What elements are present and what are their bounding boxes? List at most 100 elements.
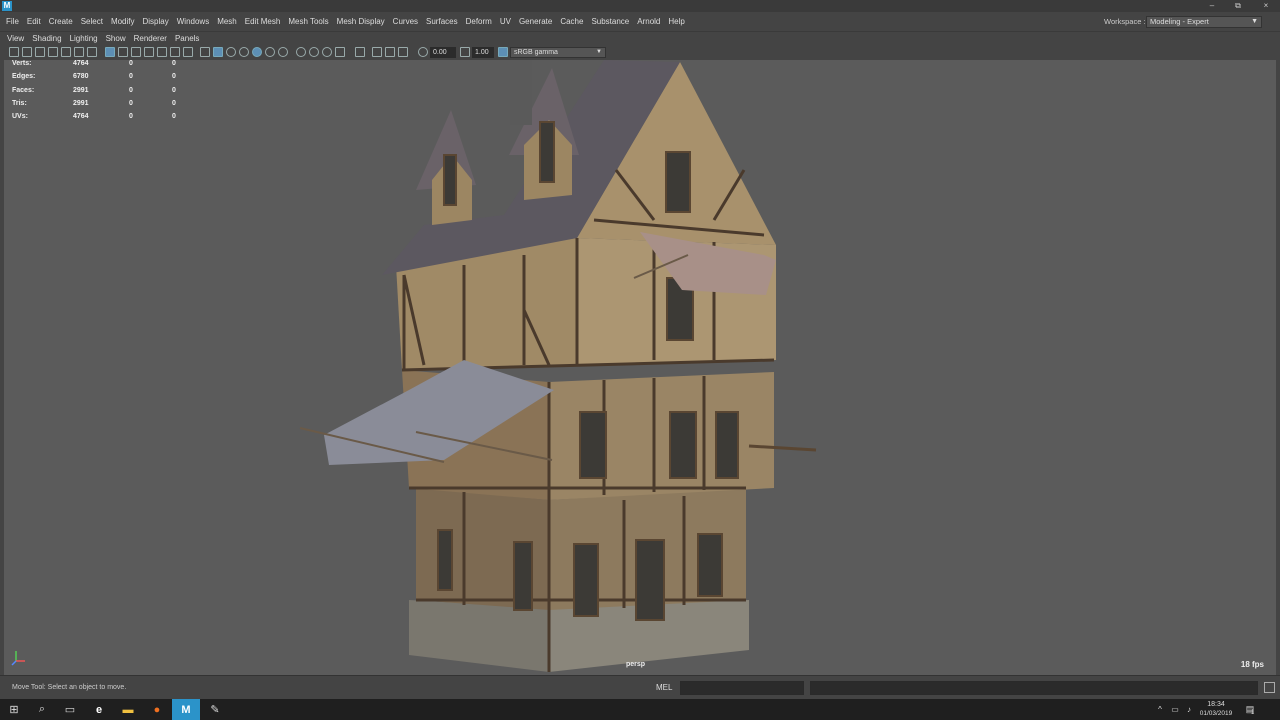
isolate-select-icon[interactable] — [309, 47, 319, 57]
menu-arnold[interactable]: Arnold — [633, 12, 664, 31]
menu-edit[interactable]: Edit — [23, 12, 45, 31]
panel-menu-shading[interactable]: Shading — [28, 32, 65, 46]
bookmarks-icon[interactable] — [35, 47, 45, 57]
clock-date[interactable]: 01/03/2019 — [1196, 710, 1236, 717]
xray-active-components-icon[interactable] — [355, 47, 365, 57]
ambient-occlusion-icon[interactable] — [252, 47, 262, 57]
grease-pencil-icon[interactable] — [74, 47, 84, 57]
maya-taskbar-icon[interactable]: M — [172, 699, 200, 720]
hud-icon[interactable] — [385, 47, 395, 57]
exposure-field[interactable]: 0.00 — [430, 47, 456, 58]
view-transform-dropdown[interactable]: sRGB gamma ▼ — [510, 47, 606, 58]
perspective-viewport[interactable]: Verts: 4764 0 0 Edges: 6780 0 0 Faces: 2… — [4, 60, 1276, 675]
resolution-gate-icon[interactable] — [118, 47, 128, 57]
wireframe-icon[interactable] — [183, 47, 193, 57]
menu-create[interactable]: Create — [45, 12, 77, 31]
help-line-text: Move Tool: Select an object to move. — [12, 684, 127, 691]
hud-value-selected: 0 — [129, 60, 133, 67]
menu-display[interactable]: Display — [139, 12, 173, 31]
lights-icon[interactable] — [226, 47, 236, 57]
panel-menu-renderer[interactable]: Renderer — [130, 32, 171, 46]
field-chart-icon[interactable] — [144, 47, 154, 57]
menu-edit-mesh[interactable]: Edit Mesh — [241, 12, 285, 31]
hud-value-object: 4764 — [73, 60, 89, 67]
menu-file[interactable]: File — [0, 12, 23, 31]
menu-windows[interactable]: Windows — [173, 12, 213, 31]
chevron-up-icon[interactable]: ^ — [1152, 699, 1168, 720]
shadows-icon[interactable] — [239, 47, 249, 57]
menu-mesh-display[interactable]: Mesh Display — [333, 12, 389, 31]
motion-blur-icon[interactable] — [265, 47, 275, 57]
textured-icon[interactable] — [213, 47, 223, 57]
edge-browser-icon[interactable]: e — [85, 699, 113, 720]
depth-of-field-icon[interactable] — [296, 47, 306, 57]
film-gate-icon[interactable] — [105, 47, 115, 57]
minimize-button[interactable]: – — [1202, 0, 1222, 12]
image-plane-icon[interactable] — [48, 47, 58, 57]
menu-mesh[interactable]: Mesh — [213, 12, 241, 31]
task-view-icon[interactable]: ▭ — [56, 699, 84, 720]
safe-action-icon[interactable] — [157, 47, 167, 57]
workspace-label: Workspace : — [1104, 17, 1146, 26]
mel-language-toggle[interactable]: MEL — [656, 676, 672, 700]
smooth-shade-icon[interactable] — [200, 47, 210, 57]
hud-value-component: 0 — [172, 60, 176, 67]
file-explorer-icon[interactable]: ▬ — [114, 699, 142, 720]
panel-menu-show[interactable]: Show — [102, 32, 130, 46]
menu-deform[interactable]: Deform — [462, 12, 496, 31]
color-management-icon[interactable] — [498, 47, 508, 57]
command-result-field — [810, 681, 1258, 695]
script-editor-icon[interactable] — [1264, 682, 1275, 693]
panel-menu-lighting[interactable]: Lighting — [66, 32, 102, 46]
hud-value-component: 0 — [172, 86, 176, 94]
menu-help[interactable]: Help — [664, 12, 688, 31]
notification-count-badge: 1 — [1251, 710, 1255, 716]
hud-value-component: 0 — [172, 73, 176, 81]
safe-title-icon[interactable] — [170, 47, 180, 57]
anti-aliasing-icon[interactable] — [278, 47, 288, 57]
workspace-dropdown[interactable]: Modeling - Expert ▼ — [1146, 16, 1262, 28]
menu-mesh-tools[interactable]: Mesh Tools — [284, 12, 332, 31]
gamma-icon[interactable] — [460, 47, 470, 57]
use-default-material-icon[interactable] — [372, 47, 382, 57]
menu-modify[interactable]: Modify — [107, 12, 139, 31]
clock-time[interactable]: 18:34 — [1196, 701, 1236, 708]
close-button[interactable]: × — [1256, 0, 1276, 12]
hud-value-object: 2991 — [73, 99, 89, 107]
select-camera-icon[interactable] — [9, 47, 19, 57]
menu-select[interactable]: Select — [77, 12, 107, 31]
notification-center-icon[interactable]: ▤ — [1240, 699, 1260, 720]
command-line-input[interactable] — [680, 681, 804, 695]
windows-start-icon[interactable]: ⊞ — [0, 699, 28, 720]
two-d-pan-zoom-icon[interactable] — [61, 47, 71, 57]
volume-icon[interactable]: ♪ — [1182, 699, 1196, 720]
search-icon[interactable]: ⌕ — [28, 699, 56, 720]
network-icon[interactable]: ▭ — [1168, 699, 1182, 720]
xray-icon[interactable] — [322, 47, 332, 57]
gamma-field[interactable]: 1.00 — [472, 47, 494, 58]
gate-mask-icon[interactable] — [131, 47, 141, 57]
viewport-toolbar: 0.00 1.00 sRGB gamma ▼ — [0, 45, 1280, 60]
xray-joints-icon[interactable] — [335, 47, 345, 57]
menu-cache[interactable]: Cache — [556, 12, 587, 31]
firefox-icon[interactable]: ● — [143, 699, 171, 720]
menu-generate[interactable]: Generate — [515, 12, 556, 31]
substance-painter-icon[interactable]: ✎ — [201, 699, 229, 720]
menu-curves[interactable]: Curves — [389, 12, 422, 31]
menu-uv[interactable]: UV — [496, 12, 515, 31]
frame-all-icon[interactable] — [398, 47, 408, 57]
panel-menu-bar: View Shading Lighting Show Renderer Pane… — [0, 31, 1280, 45]
hud-value-object: 4764 — [73, 113, 89, 121]
restore-button[interactable]: ⧉ — [1228, 0, 1248, 12]
hud-value-component: 0 — [172, 113, 176, 121]
menu-substance[interactable]: Substance — [587, 12, 633, 31]
exposure-icon[interactable] — [418, 47, 428, 57]
chevron-down-icon: ▼ — [1251, 18, 1258, 25]
camera-name-label: persp — [626, 661, 646, 668]
menu-surfaces[interactable]: Surfaces — [422, 12, 462, 31]
grid-icon[interactable] — [87, 47, 97, 57]
panel-menu-view[interactable]: View — [0, 32, 28, 46]
panel-menu-panels[interactable]: Panels — [171, 32, 203, 46]
view-transform-value: sRGB gamma — [514, 49, 558, 56]
camera-attributes-icon[interactable] — [22, 47, 32, 57]
